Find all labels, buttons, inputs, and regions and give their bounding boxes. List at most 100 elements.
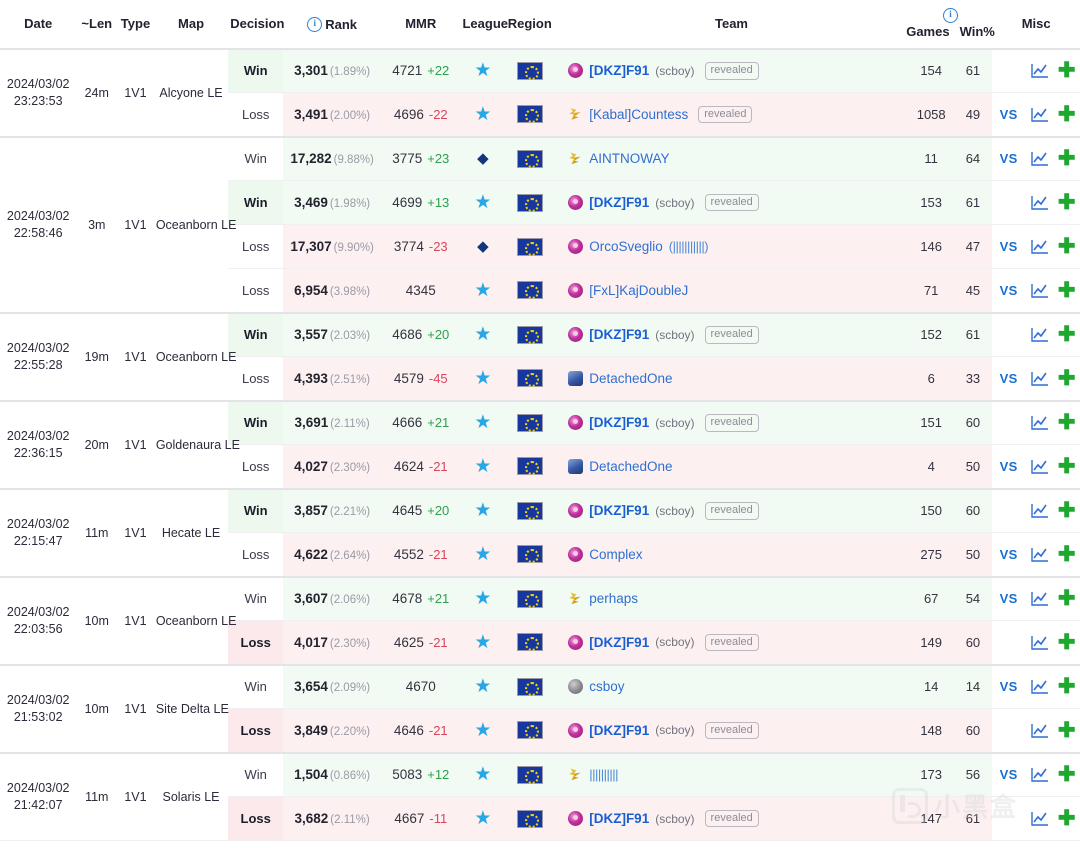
column-header-misc[interactable]: Misc (992, 0, 1080, 49)
player-name-link[interactable]: Complex (589, 547, 642, 562)
match-chart-cell[interactable] (1024, 92, 1054, 138)
vs-link[interactable]: VS (1000, 591, 1018, 606)
match-row[interactable]: 2024/03/02 22:55:28 19m 1V1 Oceanborn LE Win 3… (0, 311, 1080, 402)
chart-icon[interactable] (1030, 239, 1049, 255)
match-vs-cell[interactable]: VS (992, 663, 1025, 710)
match-chart-cell[interactable] (1024, 135, 1054, 182)
chart-icon[interactable] (1030, 811, 1049, 827)
match-chart-cell[interactable] (1024, 620, 1054, 666)
plus-icon[interactable]: ✚ (1058, 279, 1076, 302)
match-vs-cell[interactable]: VS (992, 135, 1025, 182)
vs-link[interactable]: VS (1000, 283, 1018, 298)
chart-icon[interactable] (1030, 195, 1049, 211)
match-row[interactable]: 2024/03/02 22:15:47 11m 1V1 Hecate LE Win 3,85… (0, 487, 1080, 578)
player-name-link[interactable]: [DKZ]F91 (589, 415, 649, 430)
column-header-league[interactable]: League (460, 0, 508, 49)
match-add-cell[interactable]: ✚ (1053, 399, 1080, 446)
player-name-link[interactable]: DetachedOne (589, 371, 672, 386)
plus-icon[interactable]: ✚ (1058, 191, 1076, 214)
match-row[interactable]: 2024/03/02 21:42:07 11m 1V1 Solaris LE Win 1,5… (0, 751, 1080, 842)
chart-icon[interactable] (1030, 459, 1049, 475)
match-vs-cell[interactable]: VS (992, 575, 1025, 622)
plus-icon[interactable]: ✚ (1058, 323, 1076, 346)
player-name-link[interactable]: AINTNOWAY (589, 151, 669, 166)
match-add-cell[interactable]: ✚ (1053, 708, 1080, 754)
vs-link[interactable]: VS (1000, 679, 1018, 694)
player-name-link[interactable]: [DKZ]F91 (589, 723, 649, 738)
match-row[interactable]: 2024/03/02 22:58:46 3m 1V1 Oceanborn LE Win 17… (0, 135, 1080, 314)
plus-icon[interactable]: ✚ (1058, 807, 1076, 830)
match-add-cell[interactable]: ✚ (1053, 487, 1080, 534)
vs-link[interactable]: VS (1000, 239, 1018, 254)
match-chart-cell[interactable] (1024, 444, 1054, 490)
info-icon[interactable]: i (943, 8, 959, 23)
match-vs-cell[interactable]: VS (992, 532, 1025, 578)
column-header-decision[interactable]: Decision (228, 0, 284, 49)
match-vs-cell[interactable]: VS (992, 92, 1025, 138)
player-name-link[interactable]: DetachedOne (589, 459, 672, 474)
plus-icon[interactable]: ✚ (1058, 675, 1076, 698)
match-add-cell[interactable]: ✚ (1053, 751, 1080, 798)
column-header-games-winpct[interactable]: i Games Win% (906, 0, 995, 49)
chart-icon[interactable] (1030, 63, 1049, 79)
chart-icon[interactable] (1030, 635, 1049, 651)
player-name-link[interactable]: [DKZ]F91 (589, 63, 649, 78)
vs-link[interactable]: VS (1000, 151, 1018, 166)
vs-link[interactable]: VS (1000, 767, 1018, 782)
match-vs-cell[interactable]: VS (992, 751, 1025, 798)
column-header-team[interactable]: Team (554, 0, 909, 49)
plus-icon[interactable]: ✚ (1058, 235, 1076, 258)
match-chart-cell[interactable] (1024, 575, 1054, 622)
column-header-region[interactable]: Region (505, 0, 555, 49)
match-chart-cell[interactable] (1024, 796, 1054, 842)
column-header-len[interactable]: ~Len (76, 0, 118, 49)
match-row[interactable]: 2024/03/02 22:03:56 10m 1V1 Oceanborn LE Win 3… (0, 575, 1080, 666)
match-vs-cell[interactable]: VS (992, 444, 1025, 490)
vs-link[interactable]: VS (1000, 459, 1018, 474)
chart-icon[interactable] (1030, 679, 1049, 695)
chart-icon[interactable] (1030, 283, 1049, 299)
info-icon[interactable]: i (307, 17, 323, 33)
column-header-date[interactable]: Date (0, 0, 77, 49)
match-add-cell[interactable]: ✚ (1053, 532, 1080, 578)
player-name-link[interactable]: OrcoSveglio (589, 239, 663, 254)
match-add-cell[interactable]: ✚ (1053, 620, 1080, 666)
match-chart-cell[interactable] (1024, 268, 1054, 314)
chart-icon[interactable] (1030, 151, 1049, 167)
match-add-cell[interactable]: ✚ (1053, 356, 1080, 402)
plus-icon[interactable]: ✚ (1058, 631, 1076, 654)
match-add-cell[interactable]: ✚ (1053, 92, 1080, 138)
chart-icon[interactable] (1030, 415, 1049, 431)
player-name-link[interactable]: [DKZ]F91 (589, 811, 649, 826)
match-vs-cell[interactable]: VS (992, 356, 1025, 402)
player-name-link[interactable]: [DKZ]F91 (589, 503, 649, 518)
column-header-rank[interactable]: i Rank (283, 0, 382, 49)
plus-icon[interactable]: ✚ (1058, 455, 1076, 478)
column-header-map[interactable]: Map (153, 0, 229, 49)
vs-link[interactable]: VS (1000, 547, 1018, 562)
player-name-link[interactable]: [DKZ]F91 (589, 327, 649, 342)
player-name-link[interactable]: [DKZ]F91 (589, 195, 649, 210)
player-name-link[interactable]: [DKZ]F91 (589, 635, 649, 650)
plus-icon[interactable]: ✚ (1058, 103, 1076, 126)
vs-link[interactable]: VS (1000, 107, 1018, 122)
match-chart-cell[interactable] (1024, 708, 1054, 754)
match-add-cell[interactable]: ✚ (1053, 47, 1080, 94)
match-vs-cell[interactable]: VS (992, 224, 1025, 270)
column-header-mmr[interactable]: MMR (381, 0, 461, 49)
match-chart-cell[interactable] (1024, 399, 1054, 446)
chart-icon[interactable] (1030, 107, 1049, 123)
match-add-cell[interactable]: ✚ (1053, 224, 1080, 270)
chart-icon[interactable] (1030, 503, 1049, 519)
plus-icon[interactable]: ✚ (1058, 543, 1076, 566)
player-name-link[interactable]: [FxL]KajDoubleJ (589, 283, 688, 298)
match-add-cell[interactable]: ✚ (1053, 575, 1080, 622)
plus-icon[interactable]: ✚ (1058, 367, 1076, 390)
match-add-cell[interactable]: ✚ (1053, 135, 1080, 182)
match-chart-cell[interactable] (1024, 311, 1054, 358)
match-chart-cell[interactable] (1024, 487, 1054, 534)
chart-icon[interactable] (1030, 723, 1049, 739)
match-chart-cell[interactable] (1024, 47, 1054, 94)
match-row[interactable]: 2024/03/02 22:36:15 20m 1V1 Goldenaura LE Win… (0, 399, 1080, 490)
chart-icon[interactable] (1030, 591, 1049, 607)
